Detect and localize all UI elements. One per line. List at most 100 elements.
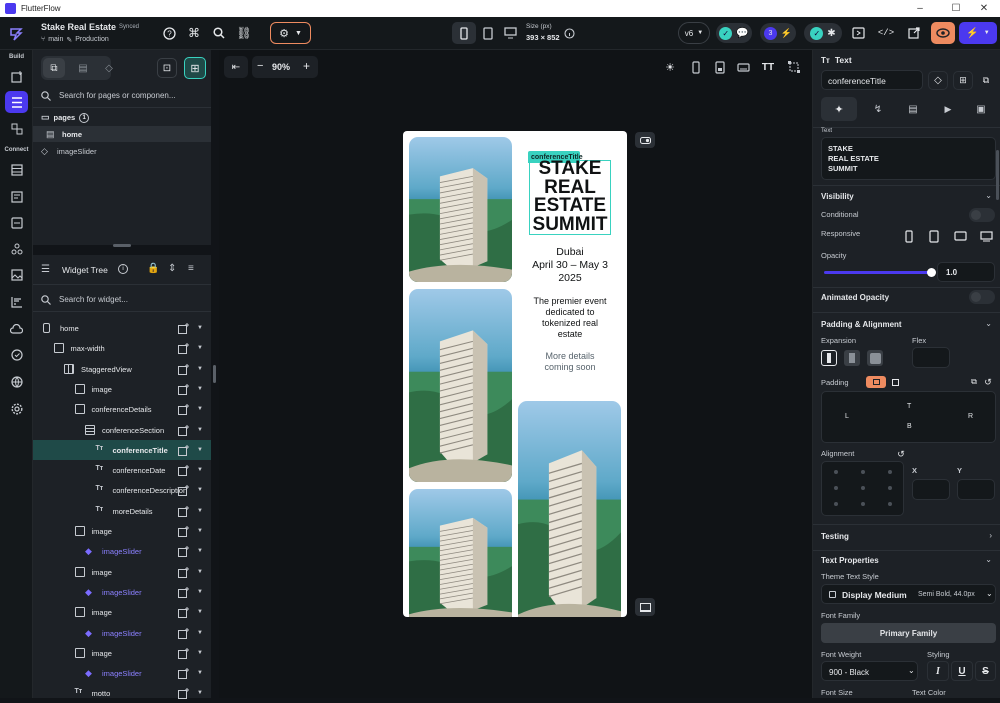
- chevron-down-icon[interactable]: ⌄: [985, 555, 992, 564]
- add-child-icon[interactable]: [178, 668, 189, 680]
- schema-rail-icon[interactable]: [5, 212, 28, 234]
- search-icon[interactable]: [211, 25, 227, 41]
- reset-icon[interactable]: ↺: [982, 376, 994, 388]
- tree-row[interactable]: Tт conferenceDate ▼: [33, 460, 211, 480]
- collab-status-button[interactable]: ✓ 💬: [716, 23, 752, 43]
- building-image[interactable]: [409, 137, 512, 282]
- collapse-panel-icon[interactable]: ⇤: [224, 56, 248, 78]
- diamond-icon[interactable]: ◇: [928, 71, 948, 90]
- row-menu-chevron-icon[interactable]: ▼: [197, 690, 203, 696]
- add-child-icon[interactable]: [178, 526, 189, 537]
- padding-box[interactable]: T B L R: [821, 391, 996, 443]
- zoom-level[interactable]: 90%: [272, 62, 290, 72]
- testing-title[interactable]: Testing: [821, 532, 849, 541]
- alignment-dot[interactable]: [888, 502, 892, 506]
- add-child-icon[interactable]: [178, 688, 189, 700]
- more-details[interactable]: More details coming soon: [522, 351, 618, 373]
- alignment-dot[interactable]: [861, 502, 865, 506]
- row-menu-chevron-icon[interactable]: ▼: [197, 427, 203, 433]
- conference-date[interactable]: Dubai April 30 – May 3 2025: [522, 246, 618, 285]
- text-scale-icon[interactable]: TT: [758, 57, 778, 77]
- row-menu-chevron-icon[interactable]: ▼: [197, 630, 203, 636]
- padding-top[interactable]: T: [907, 403, 911, 410]
- add-child-icon[interactable]: [178, 485, 189, 497]
- copy-icon[interactable]: ⧉: [968, 376, 980, 388]
- italic-icon[interactable]: I: [927, 661, 949, 681]
- minimize-button[interactable]: –: [904, 0, 936, 17]
- conference-description[interactable]: The premier event dedicated to tokenized…: [522, 296, 618, 340]
- widget-search-bar[interactable]: Search for widget...: [33, 286, 211, 312]
- row-menu-chevron-icon[interactable]: ▼: [197, 386, 203, 392]
- animated-opacity-toggle[interactable]: [969, 290, 995, 304]
- add-child-icon[interactable]: [178, 363, 189, 375]
- tree-row[interactable]: image ▼: [33, 379, 211, 399]
- building-image[interactable]: [409, 289, 512, 482]
- alignment-y-input[interactable]: [957, 479, 995, 500]
- add-widget-rail-icon[interactable]: [5, 66, 28, 88]
- conditional-toggle[interactable]: [969, 208, 995, 222]
- link-icon[interactable]: ⛓: [236, 25, 252, 41]
- tree-row[interactable]: ◆ imageSlider ▼: [33, 623, 211, 643]
- settings-gear-icon[interactable]: [5, 398, 28, 420]
- padding-uniform-icon[interactable]: [866, 376, 886, 388]
- keyboard-icon[interactable]: [733, 57, 753, 77]
- run-button[interactable]: ⚡ ▼: [959, 22, 997, 44]
- new-folder-icon[interactable]: ⊡: [157, 58, 177, 78]
- integrations-rail-icon[interactable]: [5, 238, 28, 260]
- alignment-dot[interactable]: [834, 502, 838, 506]
- building-image[interactable]: [518, 401, 621, 617]
- add-child-icon[interactable]: [178, 627, 189, 639]
- padding-individual-icon[interactable]: [889, 376, 901, 388]
- properties-tab-icon[interactable]: ✦: [821, 97, 857, 121]
- localization-rail-icon[interactable]: [5, 371, 28, 393]
- tree-row[interactable]: conferenceDetails ▼: [33, 399, 211, 419]
- row-menu-chevron-icon[interactable]: ▼: [197, 548, 203, 554]
- add-child-icon[interactable]: [178, 424, 189, 436]
- visibility-title[interactable]: Visibility: [821, 192, 854, 201]
- tree-row[interactable]: image ▼: [33, 562, 211, 582]
- panel-splitter[interactable]: [211, 50, 219, 698]
- theme-text-style-select[interactable]: Display Medium Semi Bold, 44.0px ⌄: [821, 584, 996, 604]
- zoom-out-button[interactable]: −: [257, 60, 263, 72]
- responsive-desktop-icon[interactable]: [978, 229, 994, 243]
- row-menu-chevron-icon[interactable]: ▼: [197, 447, 203, 453]
- row-menu-chevron-icon[interactable]: ▼: [197, 508, 203, 514]
- tree-row[interactable]: ◆ imageSlider ▼: [33, 541, 211, 561]
- tree-row[interactable]: image ▼: [33, 521, 211, 541]
- device-tablet-button[interactable]: [478, 22, 498, 44]
- tree-row[interactable]: image ▼: [33, 602, 211, 622]
- alignment-dot[interactable]: [861, 470, 865, 474]
- project-name[interactable]: Stake Real Estate: [41, 22, 116, 32]
- tree-row[interactable]: conferenceSection ▼: [33, 420, 211, 440]
- data-rail-icon[interactable]: [5, 159, 28, 181]
- page-item-home[interactable]: ▤ home: [33, 126, 211, 142]
- widget-tree-rail-icon[interactable]: [5, 91, 28, 113]
- tree-row[interactable]: Tт conferenceTitle ▼: [33, 439, 211, 460]
- backend-tab-icon[interactable]: ▤: [898, 97, 928, 121]
- add-child-icon[interactable]: [178, 383, 189, 395]
- underline-icon[interactable]: U: [951, 661, 973, 681]
- add-child-icon[interactable]: [178, 444, 189, 456]
- notifications-button[interactable]: 3 ⚡: [760, 23, 796, 43]
- font-family-button[interactable]: Primary Family: [821, 623, 996, 643]
- tree-row[interactable]: Tт motto ▼: [33, 683, 211, 703]
- row-menu-chevron-icon[interactable]: ▼: [197, 589, 203, 595]
- add-child-icon[interactable]: [178, 465, 189, 477]
- theme-selector-button[interactable]: ⚙ ▼: [270, 22, 311, 44]
- chevron-down-icon[interactable]: ⌄: [985, 191, 992, 200]
- canvas-device-icon[interactable]: [635, 598, 655, 616]
- tree-row[interactable]: ◆ imageSlider ▼: [33, 663, 211, 683]
- alignment-dot[interactable]: [861, 486, 865, 490]
- reset-icon[interactable]: ↺: [895, 448, 907, 460]
- tree-row[interactable]: StaggeredView ▼: [33, 359, 211, 379]
- add-child-icon[interactable]: ⊞: [953, 71, 973, 90]
- row-menu-chevron-icon[interactable]: ▼: [197, 467, 203, 473]
- widget-name-field[interactable]: conferenceTitle: [821, 70, 923, 90]
- responsive-phone-icon[interactable]: [902, 229, 916, 243]
- add-child-icon[interactable]: [178, 404, 189, 416]
- flutterflow-logo-icon[interactable]: [6, 24, 26, 44]
- code-icon[interactable]: </>: [877, 24, 895, 42]
- add-child-icon[interactable]: [178, 566, 189, 578]
- row-menu-chevron-icon[interactable]: ▼: [197, 345, 203, 351]
- row-menu-chevron-icon[interactable]: ▼: [197, 406, 203, 412]
